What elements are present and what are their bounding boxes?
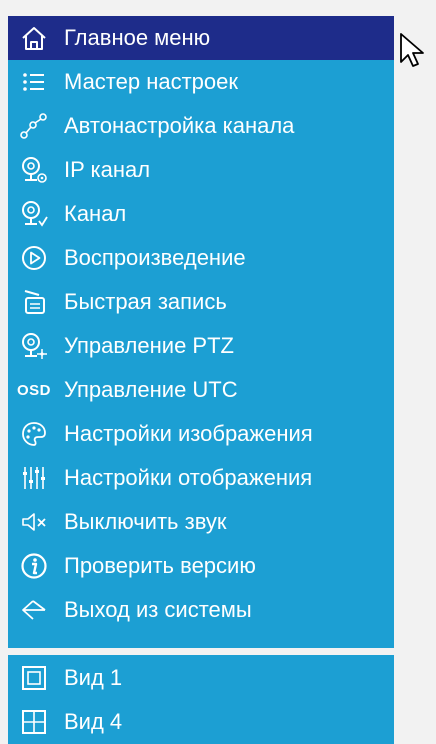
camera-check-icon: [14, 194, 54, 234]
list-icon: [14, 62, 54, 102]
menu-item-label: Управление PTZ: [64, 333, 234, 358]
menu-item-label: Вид 1: [64, 665, 123, 690]
menu-item-ip-channel[interactable]: IP канал: [8, 148, 394, 192]
quad-view-icon: [14, 702, 54, 742]
menu-item-label: Главное меню: [64, 25, 211, 50]
menu-item-label: Автонастройка канала: [64, 113, 295, 138]
auto-channel-icon: [14, 106, 54, 146]
menu-item-label: Проверить версию: [64, 553, 256, 578]
menu-item-label: Выключить звук: [64, 509, 227, 534]
menu-item-label: Мастер настроек: [64, 69, 239, 94]
menu-item-label: Быстрая запись: [64, 289, 227, 314]
context-menu: Главное меню Мастер настроек Автонастрой…: [8, 16, 394, 744]
menu-item-label: Вид 4: [64, 709, 123, 734]
menu-divider: [8, 648, 394, 655]
menu-item-mute[interactable]: Выключить звук: [8, 500, 394, 544]
palette-icon: [14, 414, 54, 454]
menu-item-channel[interactable]: Канал: [8, 192, 394, 236]
quick-record-icon: [14, 282, 54, 322]
single-view-icon: [14, 658, 54, 698]
menu-item-image-settings[interactable]: Настройки изображения: [8, 412, 394, 456]
menu-item-label: Воспроизведение: [64, 245, 246, 270]
menu-item-setup-wizard[interactable]: Мастер настроек: [8, 60, 394, 104]
mouse-cursor-icon: [400, 33, 424, 67]
home-icon: [14, 18, 54, 58]
menu-item-auto-channel[interactable]: Автонастройка канала: [8, 104, 394, 148]
menu-item-display-settings[interactable]: Настройки отображения: [8, 456, 394, 500]
play-circle-icon: [14, 238, 54, 278]
menu-item-utc-control[interactable]: OSD Управление UTC: [8, 368, 394, 412]
logout-icon: [14, 590, 54, 630]
menu-item-view-4[interactable]: Вид 4: [8, 700, 394, 744]
menu-item-label: IP канал: [64, 157, 151, 182]
menu-item-logout[interactable]: Выход из системы: [8, 588, 394, 632]
menu-item-label: Настройки изображения: [64, 421, 313, 446]
menu-item-main-menu[interactable]: Главное меню: [8, 16, 394, 60]
menu-item-ptz-control[interactable]: Управление PTZ: [8, 324, 394, 368]
mute-icon: [14, 502, 54, 542]
menu-item-label: Настройки отображения: [64, 465, 313, 490]
menu-item-playback[interactable]: Воспроизведение: [8, 236, 394, 280]
osd-icon: OSD: [16, 381, 51, 399]
ptz-camera-icon: [14, 326, 54, 366]
menu-item-quick-record[interactable]: Быстрая запись: [8, 280, 394, 324]
ip-camera-icon: [14, 150, 54, 190]
menu-item-view-1[interactable]: Вид 1: [8, 656, 394, 700]
equalizer-icon: [14, 458, 54, 498]
menu-item-check-version[interactable]: Проверить версию: [8, 544, 394, 588]
info-icon: [14, 546, 54, 586]
menu-item-label: Управление UTC: [64, 377, 238, 402]
menu-item-label: Канал: [64, 201, 127, 226]
menu-item-label: Выход из системы: [64, 597, 252, 622]
